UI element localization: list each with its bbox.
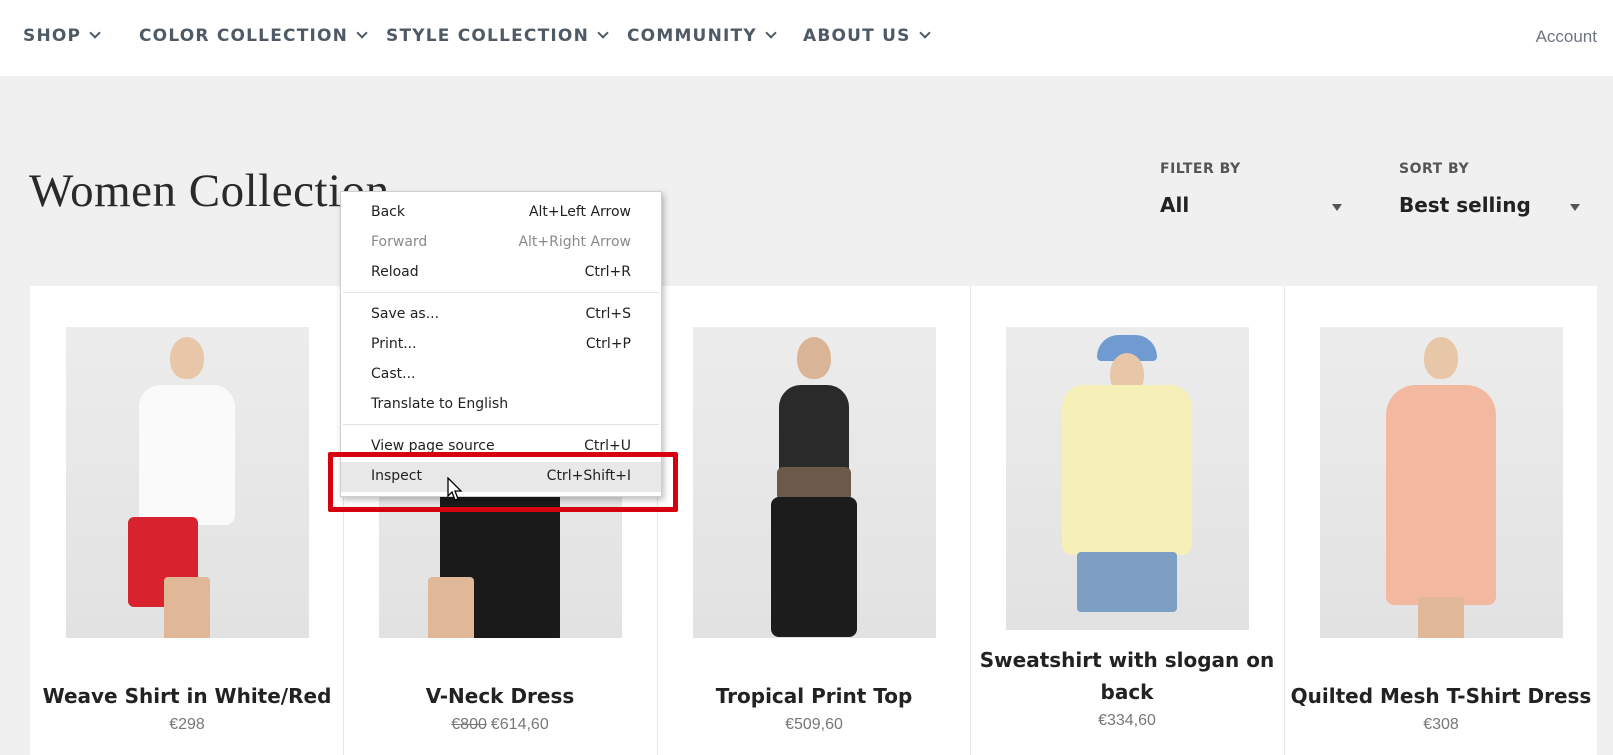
product-price: €308 (1423, 716, 1459, 733)
menu-separator (343, 292, 659, 293)
product-image[interactable] (65, 327, 309, 638)
product-title[interactable]: Tropical Print Top (658, 680, 970, 712)
product-title[interactable]: Quilted Mesh T-Shirt Dress (1285, 680, 1597, 712)
filter-dropdown-icon[interactable] (1332, 204, 1342, 211)
product-image[interactable] (1319, 327, 1563, 638)
menu-item-translate[interactable]: Translate to English (341, 390, 661, 420)
product-title[interactable]: V-Neck Dress (344, 680, 656, 712)
product-title[interactable]: Weave Shirt in White/Red (31, 680, 343, 712)
chevron-down-icon (356, 27, 368, 39)
nav-color-collection[interactable]: COLOR COLLECTION (139, 26, 368, 46)
product-image[interactable] (1005, 327, 1249, 630)
nav-shop[interactable]: SHOP (23, 26, 101, 46)
menu-separator (343, 424, 659, 425)
nav-community[interactable]: COMMUNITY (627, 26, 777, 46)
product-card[interactable]: Tropical Print Top €509,60 (658, 327, 970, 734)
top-navigation: SHOP COLOR COLLECTION STYLE COLLECTION C… (0, 0, 1613, 76)
sort-label: SORT BY (1399, 161, 1470, 177)
nav-style-collection[interactable]: STYLE COLLECTION (386, 26, 609, 46)
filter-select[interactable]: All (1160, 193, 1189, 217)
product-old-price: €800 (451, 716, 487, 733)
menu-item-back[interactable]: Back Alt+Left Arrow (341, 198, 661, 228)
chevron-down-icon (89, 27, 101, 39)
nav-about-us[interactable]: ABOUT US (803, 26, 931, 46)
chevron-down-icon (597, 27, 609, 39)
product-card[interactable]: Weave Shirt in White/Red €298 (31, 327, 343, 734)
product-card[interactable]: Quilted Mesh T-Shirt Dress €308 (1285, 327, 1597, 734)
page-title: Women Collection (29, 165, 390, 217)
product-price: €334,60 (1098, 712, 1156, 729)
chevron-down-icon (918, 27, 931, 39)
product-price: €509,60 (785, 716, 843, 733)
product-card[interactable]: Sweatshirt with slogan on back €334,60 (971, 327, 1283, 730)
product-price: €298 (169, 716, 205, 733)
menu-item-forward: Forward Alt+Right Arrow (371, 234, 631, 250)
mouse-cursor-icon (447, 477, 463, 501)
sort-select[interactable]: Best selling (1399, 193, 1531, 217)
menu-item-reload[interactable]: Reload Ctrl+R (341, 258, 661, 288)
highlight-box (328, 452, 678, 512)
filter-label: FILTER BY (1160, 161, 1241, 177)
sort-dropdown-icon[interactable] (1570, 204, 1580, 211)
menu-item-cast[interactable]: Cast... (341, 360, 661, 390)
product-image[interactable] (692, 327, 936, 638)
menu-item-save-as[interactable]: Save as... Ctrl+S (341, 300, 661, 330)
product-title[interactable]: Sweatshirt with slogan on back (971, 644, 1283, 708)
account-link[interactable]: Account (1536, 27, 1597, 47)
chevron-down-icon (765, 27, 777, 39)
menu-item-print[interactable]: Print... Ctrl+P (341, 330, 661, 360)
product-price: €800 €614,60 (451, 716, 549, 733)
